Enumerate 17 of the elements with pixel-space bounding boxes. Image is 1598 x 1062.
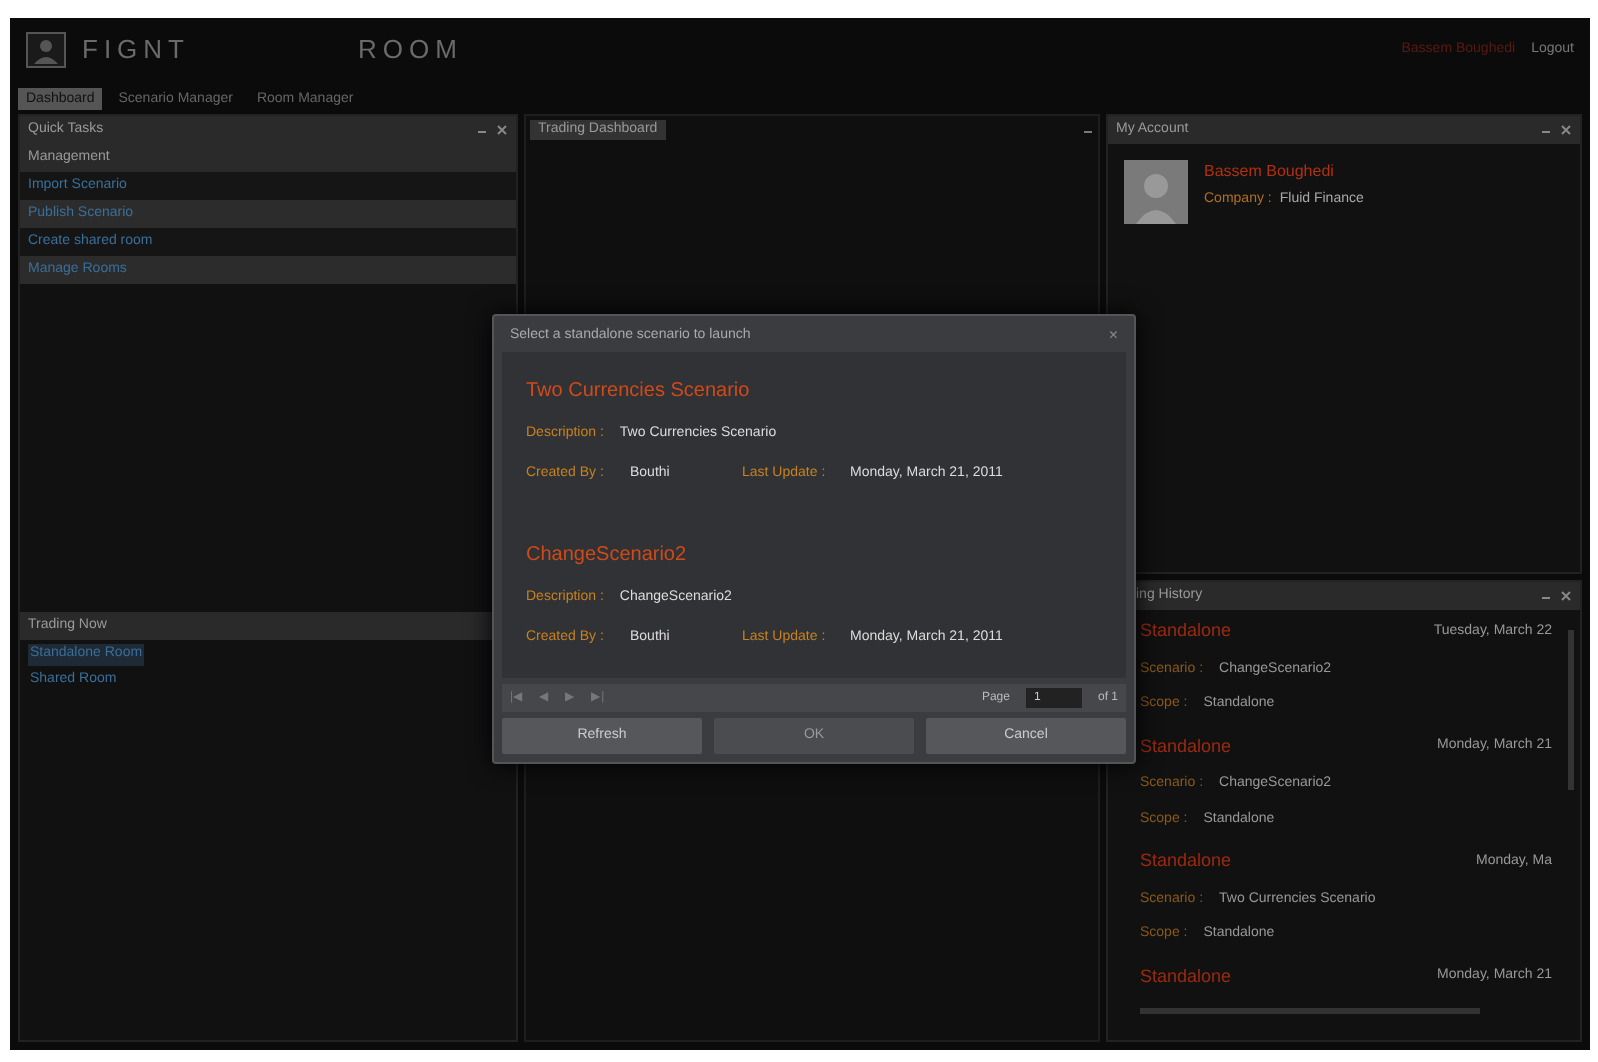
horizontal-scrollbar[interactable] xyxy=(1140,1008,1480,1014)
entry-type: Standalone xyxy=(1140,733,1232,759)
entry-type: Standalone xyxy=(1140,848,1232,874)
close-button[interactable]: × xyxy=(1108,328,1118,344)
close-icon[interactable] xyxy=(496,124,508,136)
brand-text: FIGNT xyxy=(82,32,192,69)
close-icon[interactable] xyxy=(1560,590,1572,602)
logo-icon xyxy=(26,32,66,68)
vertical-scrollbar[interactable] xyxy=(1568,630,1574,790)
scenario-name: Two Currencies Scenario xyxy=(526,378,752,406)
brand-text: ROOM xyxy=(358,32,463,69)
close-icon[interactable] xyxy=(1560,124,1572,136)
scenario-name: ChangeScenario2 xyxy=(526,542,689,570)
avatar-icon xyxy=(1124,160,1188,224)
entry-type: Standalone xyxy=(1140,618,1232,644)
entry-type: Standalone xyxy=(1140,963,1232,989)
account-name: Bassem Boughedi xyxy=(1204,160,1336,184)
